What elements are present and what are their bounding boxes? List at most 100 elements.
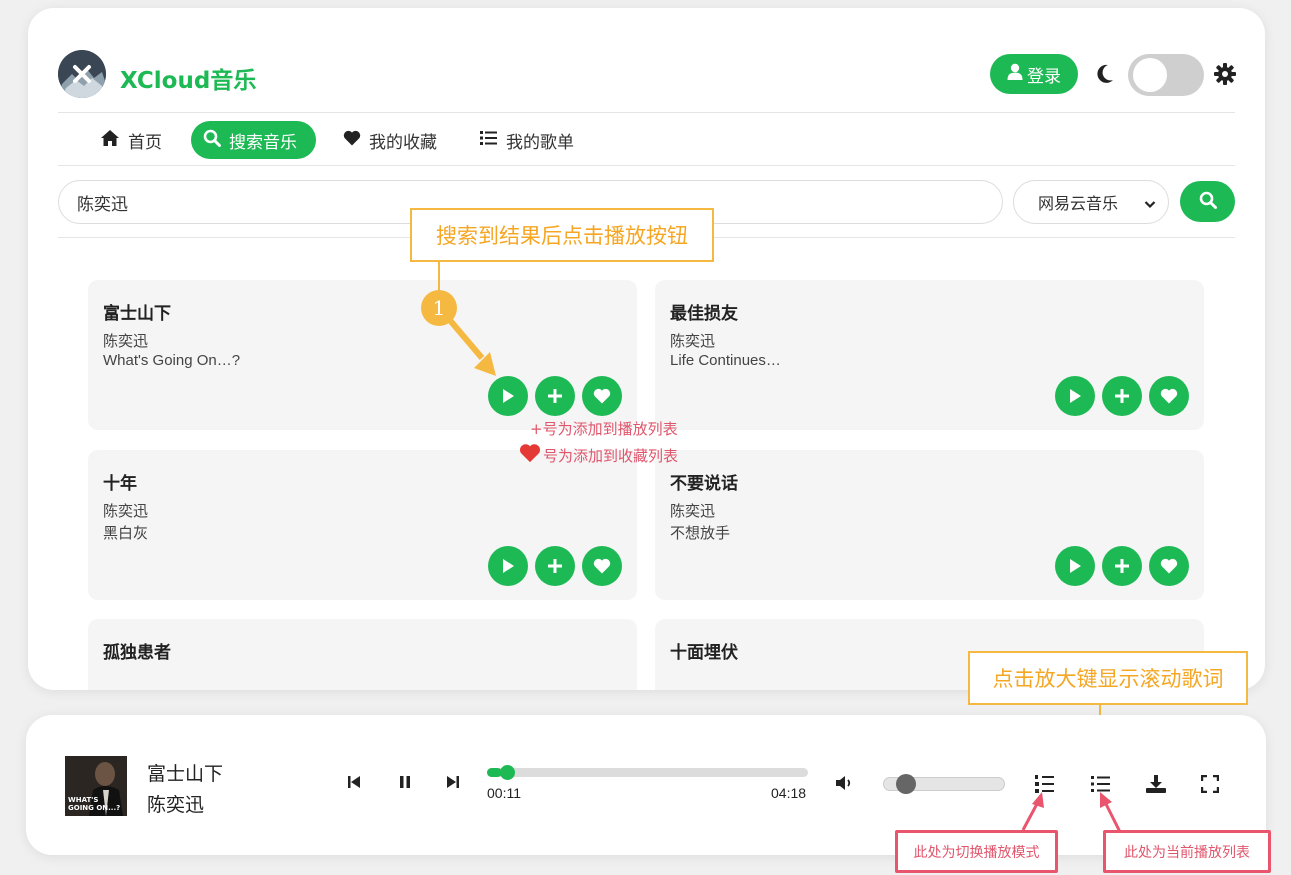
volume-thumb[interactable] (895, 774, 916, 794)
next-button[interactable] (446, 774, 460, 793)
annotation-arrow-playlist (1100, 792, 1122, 833)
play-icon (503, 559, 514, 573)
song-album: 黑白灰 (103, 525, 149, 542)
volume-slider[interactable] (883, 774, 1005, 794)
progress-thumb[interactable] (499, 765, 515, 780)
song-title: 十年 (103, 474, 137, 494)
card-actions (1055, 546, 1189, 586)
heart-icon (343, 130, 361, 151)
card-actions (488, 376, 622, 416)
song-card: 最佳损友 陈奕迅 Life Continues… (655, 280, 1204, 430)
nav-item-favorites[interactable]: 我的收藏 (331, 121, 449, 159)
song-artist: 陈奕迅 (103, 332, 149, 350)
app-title: XCloud音乐 (120, 68, 257, 94)
login-label: 登录 (1027, 66, 1061, 87)
play-icon (1070, 389, 1081, 403)
step-badge: 1 (421, 290, 457, 326)
source-select-value: 网易云音乐 (1038, 194, 1119, 213)
nav-label: 首页 (128, 132, 162, 153)
song-card: 不要说话 陈奕迅 不想放手 (655, 450, 1204, 600)
favorite-button[interactable] (1149, 546, 1189, 586)
annotation-step2: 点击放大键显示滚动歌词 (968, 651, 1248, 705)
song-album: Life Continues… (670, 352, 781, 369)
plus-note: +号为添加到播放列表 (530, 420, 678, 438)
nav-label: 我的歌单 (506, 132, 574, 153)
song-card: 富士山下 陈奕迅 What's Going On…? (88, 280, 637, 430)
chevron-down-icon (1144, 195, 1156, 214)
playlist-note: 此处为当前播放列表 (1103, 830, 1271, 873)
nav-item-search[interactable]: 搜索音乐 (191, 121, 316, 159)
play-mode-note: 此处为切换播放模式 (895, 830, 1058, 873)
fullscreen-button[interactable] (1200, 774, 1220, 797)
download-icon (1146, 775, 1166, 793)
now-playing-artist: 陈奕迅 (147, 794, 205, 816)
favorite-button[interactable] (582, 376, 622, 416)
search-icon (203, 129, 221, 152)
heart-note: 号为添加到收藏列表 (543, 446, 679, 465)
favorite-button[interactable] (582, 546, 622, 586)
play-icon (1070, 559, 1081, 573)
heart-note-row: 号为添加到收藏列表 (519, 443, 678, 467)
add-to-playlist-button[interactable] (1102, 546, 1142, 586)
add-to-playlist-button[interactable] (535, 546, 575, 586)
progress-bar[interactable] (487, 765, 808, 780)
pause-icon (400, 776, 410, 788)
song-card: 十年 陈奕迅 黑白灰 (88, 450, 637, 600)
app-logo (58, 50, 106, 98)
cover-text: WHAT'S GOING ON...? (68, 796, 121, 812)
gear-icon[interactable] (1214, 63, 1236, 89)
song-album: 不想放手 (670, 525, 731, 542)
song-title: 十面埋伏 (670, 643, 738, 663)
source-select[interactable]: 网易云音乐 (1013, 180, 1169, 224)
search-button[interactable] (1180, 181, 1235, 222)
play-button[interactable] (1055, 546, 1095, 586)
song-title: 不要说话 (670, 474, 738, 494)
user-icon (1007, 63, 1023, 85)
annotation-step1: 搜索到结果后点击播放按钮 (410, 208, 714, 262)
song-artist: 陈奕迅 (670, 502, 716, 520)
expand-icon (1200, 774, 1220, 794)
add-to-playlist-button[interactable] (1102, 376, 1142, 416)
download-button[interactable] (1146, 775, 1166, 797)
play-button[interactable] (488, 546, 528, 586)
nav-bar: 首页 搜索音乐 我的收藏 我的歌单 (58, 113, 1235, 166)
main-panel: XCloud音乐 登录 首页 搜索音乐 我的收藏 我的歌单 陈奕迅 网易云音乐 … (28, 8, 1265, 690)
nav-item-playlists[interactable]: 我的歌单 (468, 121, 586, 159)
song-title: 富士山下 (103, 304, 171, 324)
heart-icon (593, 388, 611, 404)
card-actions (1055, 376, 1189, 416)
moon-icon (1096, 64, 1114, 88)
now-playing-title: 富士山下 (147, 763, 224, 785)
heart-icon (1160, 388, 1178, 404)
plus-icon (1115, 389, 1129, 403)
current-time: 00:11 (487, 785, 521, 801)
nav-label: 我的收藏 (369, 132, 437, 153)
dark-mode-toggle[interactable] (1128, 54, 1204, 96)
list-icon (480, 130, 498, 151)
song-artist: 陈奕迅 (670, 332, 716, 350)
nav-item-home[interactable]: 首页 (88, 121, 174, 159)
next-icon (447, 776, 459, 788)
heart-emoji-icon (519, 443, 541, 467)
play-icon (503, 389, 514, 403)
nav-label: 搜索音乐 (229, 132, 297, 153)
login-button[interactable]: 登录 (990, 54, 1078, 94)
volume-icon[interactable] (835, 775, 853, 795)
toggle-knob (1133, 58, 1167, 92)
plus-icon (548, 389, 562, 403)
plus-icon (548, 559, 562, 573)
annotation-arrow-mode (1021, 792, 1044, 831)
song-artist: 陈奕迅 (103, 502, 149, 520)
card-actions (488, 546, 622, 586)
previous-button[interactable] (347, 774, 361, 793)
favorite-button[interactable] (1149, 376, 1189, 416)
play-button[interactable] (1055, 376, 1095, 416)
add-to-playlist-button[interactable] (535, 376, 575, 416)
player-bar: WHAT'S GOING ON...? 富士山下 陈奕迅 00:11 04:18 (26, 715, 1266, 855)
heart-icon (1160, 558, 1178, 574)
pause-button[interactable] (398, 774, 412, 793)
plus-icon (1115, 559, 1129, 573)
play-button[interactable] (488, 376, 528, 416)
heart-icon (593, 558, 611, 574)
song-title: 最佳损友 (670, 304, 738, 324)
